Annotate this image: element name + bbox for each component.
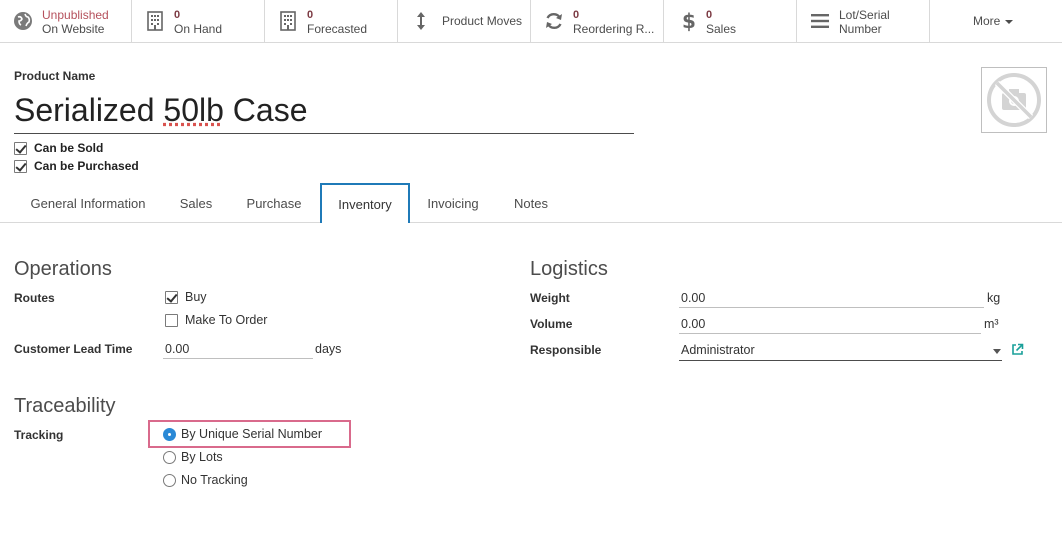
can-be-purchased-checkbox[interactable]	[14, 159, 27, 173]
can-be-purchased-row[interactable]: Can be Purchased	[14, 159, 139, 173]
route-mto-checkbox[interactable]	[165, 313, 178, 327]
caret-down-icon	[1005, 19, 1014, 24]
operations-title: Operations	[14, 258, 112, 280]
weight-unit: kg	[987, 291, 1001, 305]
notebook-tabs: General Information Sales Purchase Inven…	[0, 183, 1062, 223]
tab-inventory[interactable]: Inventory	[320, 183, 410, 223]
weight-input[interactable]: 0.00	[681, 291, 705, 305]
lead-time-underline	[163, 358, 313, 359]
customer-lead-time-label: Customer Lead Time	[14, 342, 133, 356]
sales-value: 0	[706, 9, 713, 21]
external-link-icon[interactable]	[1011, 343, 1024, 356]
tracking-lots-radio[interactable]	[163, 451, 176, 464]
on-hand-value: 0	[174, 9, 181, 21]
can-be-sold-row[interactable]: Can be Sold	[14, 141, 103, 155]
sales-button[interactable]: $ 0 Sales	[664, 0, 797, 42]
responsible-label: Responsible	[530, 343, 602, 357]
volume-label: Volume	[530, 317, 573, 331]
product-name-part3: Case	[223, 92, 308, 128]
on-hand-label: On Hand	[174, 22, 223, 36]
product-moves-button[interactable]: Product Moves	[398, 0, 531, 42]
forecasted-button[interactable]: 0 Forecasted	[265, 0, 398, 42]
tab-notes[interactable]: Notes	[502, 183, 560, 223]
weight-label: Weight	[530, 291, 570, 305]
product-name-input[interactable]: Serialized 50lb Case	[14, 88, 634, 134]
on-hand-button[interactable]: 0 On Hand	[132, 0, 265, 42]
tracking-lots-label: By Lots	[181, 450, 223, 464]
tracking-serial-label: By Unique Serial Number	[181, 427, 323, 441]
list-icon	[811, 14, 829, 28]
website-status-value: Unpublished	[42, 8, 109, 22]
tab-general-information[interactable]: General Information	[18, 183, 158, 223]
building-icon	[147, 11, 163, 31]
arrows-vertical-icon	[417, 12, 425, 30]
weight-underline	[679, 307, 984, 308]
tracking-none-radio[interactable]	[163, 474, 176, 487]
lot-serial-line1: Lot/Serial	[839, 8, 890, 22]
building-icon	[280, 11, 296, 31]
volume-unit: m³	[984, 317, 999, 331]
responsible-select[interactable]: Administrator	[681, 343, 755, 357]
svg-text:$: $	[682, 10, 696, 32]
traceability-title: Traceability	[14, 395, 116, 417]
tab-invoicing[interactable]: Invoicing	[418, 183, 488, 223]
route-mto-label: Make To Order	[185, 313, 268, 327]
lead-time-unit: days	[315, 342, 342, 356]
no-camera-icon	[987, 73, 1041, 127]
product-moves-label: Product Moves	[442, 14, 523, 28]
smart-button-bar: Unpublished On Website 0 On Hand 0 Forecast…	[0, 0, 1062, 43]
route-buy-checkbox[interactable]	[165, 290, 178, 304]
tracking-label: Tracking	[14, 428, 64, 442]
customer-lead-time-input[interactable]: 0.00	[165, 342, 189, 356]
routes-label: Routes	[14, 291, 55, 305]
tab-sales[interactable]: Sales	[168, 183, 224, 223]
more-label: More	[973, 14, 1001, 28]
reordering-rules-button[interactable]: 0 Reordering R...	[531, 0, 664, 42]
reordering-value: 0	[573, 9, 580, 21]
route-mto-row[interactable]: Make To Order	[165, 313, 267, 327]
route-buy-row[interactable]: Buy	[165, 290, 207, 304]
product-name-label: Product Name	[14, 69, 96, 83]
responsible-underline	[679, 360, 1002, 361]
product-image[interactable]	[981, 67, 1047, 133]
tracking-serial-radio[interactable]	[163, 428, 176, 441]
website-publish-button[interactable]: Unpublished On Website	[0, 0, 132, 42]
reordering-label: Reordering R...	[573, 22, 655, 36]
lot-serial-button[interactable]: Lot/Serial Number	[797, 0, 930, 42]
forecasted-value: 0	[307, 9, 314, 21]
more-dropdown[interactable]: More	[973, 14, 1014, 28]
product-name-part2: 50lb	[163, 92, 224, 128]
can-be-sold-checkbox[interactable]	[14, 141, 27, 155]
volume-input[interactable]: 0.00	[681, 317, 705, 331]
logistics-title: Logistics	[530, 258, 608, 280]
website-status-label: On Website	[42, 22, 105, 36]
tab-purchase[interactable]: Purchase	[236, 183, 312, 223]
can-be-sold-label: Can be Sold	[34, 141, 104, 155]
dollar-icon: $	[682, 10, 696, 32]
sales-label: Sales	[706, 22, 737, 36]
refresh-icon	[546, 12, 562, 30]
volume-underline	[679, 333, 981, 334]
can-be-purchased-label: Can be Purchased	[34, 159, 139, 173]
route-buy-label: Buy	[185, 290, 207, 304]
forecasted-label: Forecasted	[307, 22, 368, 36]
product-name-part1: Serialized	[14, 92, 164, 128]
tracking-none-label: No Tracking	[181, 473, 248, 487]
caret-down-icon[interactable]	[993, 349, 1001, 354]
lot-serial-line2: Number	[839, 22, 882, 36]
globe-icon	[14, 12, 32, 30]
